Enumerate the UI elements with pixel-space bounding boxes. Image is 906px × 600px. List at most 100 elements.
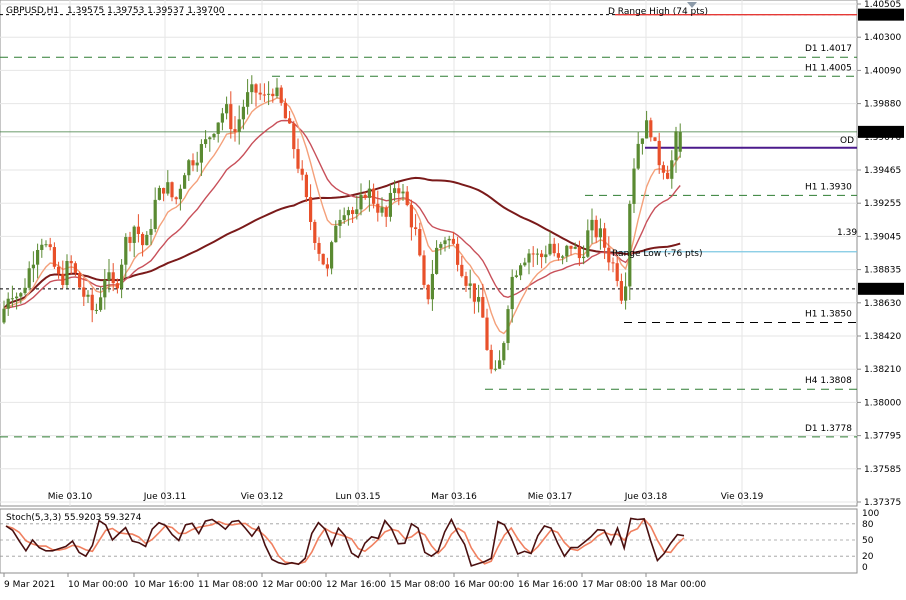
candle-body: [271, 93, 275, 97]
candle: [120, 259, 124, 299]
candle-body: [577, 247, 581, 259]
stoch-lines: [5, 517, 685, 567]
candle-body: [78, 272, 82, 288]
candle-body: [237, 119, 241, 132]
candle: [23, 278, 27, 296]
candle-body: [397, 188, 401, 194]
candle: [233, 116, 237, 142]
level-label: D1 1.3778: [805, 424, 852, 434]
stoch-tick-label: 100: [862, 509, 879, 519]
date-label-top: Mie 03.17: [528, 492, 572, 502]
candle-body: [120, 264, 124, 289]
candle: [565, 244, 569, 263]
candle-body: [653, 137, 657, 141]
candle-body: [153, 199, 157, 230]
candle-body: [267, 93, 271, 95]
candle: [288, 110, 292, 124]
candle-body: [195, 162, 199, 166]
candle-body: [489, 349, 493, 370]
candle: [52, 242, 56, 269]
candle: [388, 184, 392, 222]
price-tick-label: 1.39880: [864, 100, 901, 110]
candle: [153, 187, 157, 233]
candle-body: [36, 249, 40, 265]
candle: [548, 231, 552, 256]
candle-body: [338, 219, 342, 226]
candle: [250, 75, 254, 105]
candle-body: [670, 160, 674, 179]
candle-body: [73, 263, 77, 273]
candle: [325, 257, 329, 277]
candle-body: [451, 238, 455, 244]
candle-body: [296, 149, 300, 169]
candle-body: [313, 221, 317, 243]
trading-chart: D1 1.4017 H1 1.4005 H1 1.3930 H1 1.3850 H4 1…: [0, 0, 904, 590]
candle-body: [477, 296, 481, 302]
candle-body: [351, 210, 355, 214]
candle-body: [615, 263, 619, 282]
candle: [191, 153, 195, 172]
candle: [569, 245, 573, 256]
candle-body: [178, 188, 182, 200]
candle: [527, 249, 531, 275]
candle: [351, 206, 355, 223]
candle: [477, 284, 481, 313]
stoch-tick-label: 80: [862, 520, 874, 530]
candle: [577, 240, 581, 266]
candle-body: [439, 244, 443, 248]
candle-body: [208, 137, 212, 140]
candle-body: [355, 209, 359, 214]
candle: [544, 245, 548, 264]
candle: [435, 240, 439, 275]
candle-body: [405, 191, 409, 206]
candle: [212, 132, 216, 141]
candle-body: [19, 293, 23, 297]
stoch-main-line: [5, 517, 685, 567]
ma-fast-line: [3, 97, 681, 335]
stoch-tick-label: 0: [862, 563, 868, 573]
candle: [552, 237, 556, 257]
candle-body: [321, 253, 325, 265]
candle-body: [611, 262, 615, 264]
candle-body: [199, 144, 203, 163]
price-tick-label: 1.38630: [864, 299, 901, 309]
candle-body: [666, 172, 670, 179]
candle: [514, 270, 518, 279]
candle: [48, 237, 52, 251]
candle-body: [552, 243, 556, 254]
candle-body: [162, 187, 166, 194]
candle-body: [61, 273, 65, 286]
candle-body: [632, 168, 636, 204]
candle: [44, 240, 48, 248]
candle: [619, 273, 623, 305]
candle: [313, 219, 317, 250]
time-label: 12 Mar 16:00: [326, 580, 386, 590]
candle: [237, 105, 241, 145]
candle-body: [540, 253, 544, 258]
candle: [603, 222, 607, 260]
candle-body: [15, 296, 19, 299]
candle-body: [607, 247, 611, 263]
candle-body: [372, 188, 376, 204]
candle: [317, 237, 321, 262]
candle-body: [502, 343, 506, 361]
candle-body: [409, 205, 413, 228]
candle-body: [325, 264, 329, 269]
candle: [157, 185, 161, 201]
candle: [506, 305, 510, 351]
stoch-axis: 10080 50 200: [862, 509, 879, 573]
candle-body: [225, 104, 229, 114]
candle: [204, 130, 208, 148]
open-label: OD: [840, 136, 854, 146]
candle: [90, 288, 94, 323]
candle: [649, 117, 653, 142]
candle: [502, 341, 506, 365]
candle-body: [279, 87, 283, 103]
candle: [598, 218, 602, 250]
candle-body: [367, 188, 371, 198]
candle-body: [166, 182, 170, 194]
candle: [670, 150, 674, 189]
level-label: D1 1.4017: [805, 44, 852, 54]
candle-body: [128, 237, 132, 243]
candle: [674, 126, 678, 173]
